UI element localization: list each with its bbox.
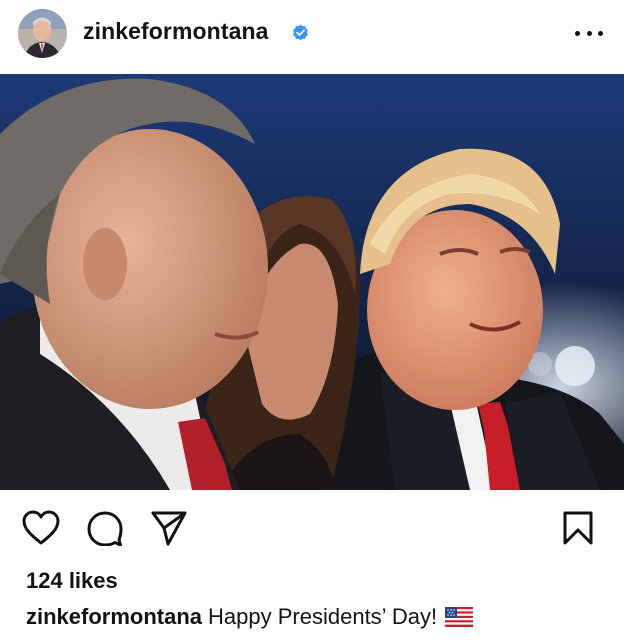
bookmark-icon[interactable] bbox=[561, 510, 595, 546]
verified-badge-icon bbox=[293, 24, 308, 41]
caption-text: Happy Presidents’ Day! bbox=[208, 604, 438, 629]
us-flag-icon bbox=[445, 607, 474, 627]
username[interactable]: zinkeformontana bbox=[83, 18, 269, 45]
action-bar bbox=[0, 500, 624, 560]
paper-plane-icon[interactable] bbox=[150, 510, 188, 546]
post-photo[interactable] bbox=[0, 74, 624, 490]
caption-username[interactable]: zinkeformontana bbox=[26, 604, 202, 629]
avatar[interactable] bbox=[18, 9, 67, 58]
caption: zinkeformontana Happy Presidents’ Day! bbox=[26, 604, 474, 630]
comment-bubble-icon[interactable] bbox=[86, 510, 124, 546]
heart-icon[interactable] bbox=[22, 510, 60, 546]
more-options-icon[interactable] bbox=[575, 22, 603, 44]
likes-count[interactable]: 124 likes bbox=[26, 568, 118, 594]
post-header: zinkeformontana bbox=[0, 0, 624, 72]
